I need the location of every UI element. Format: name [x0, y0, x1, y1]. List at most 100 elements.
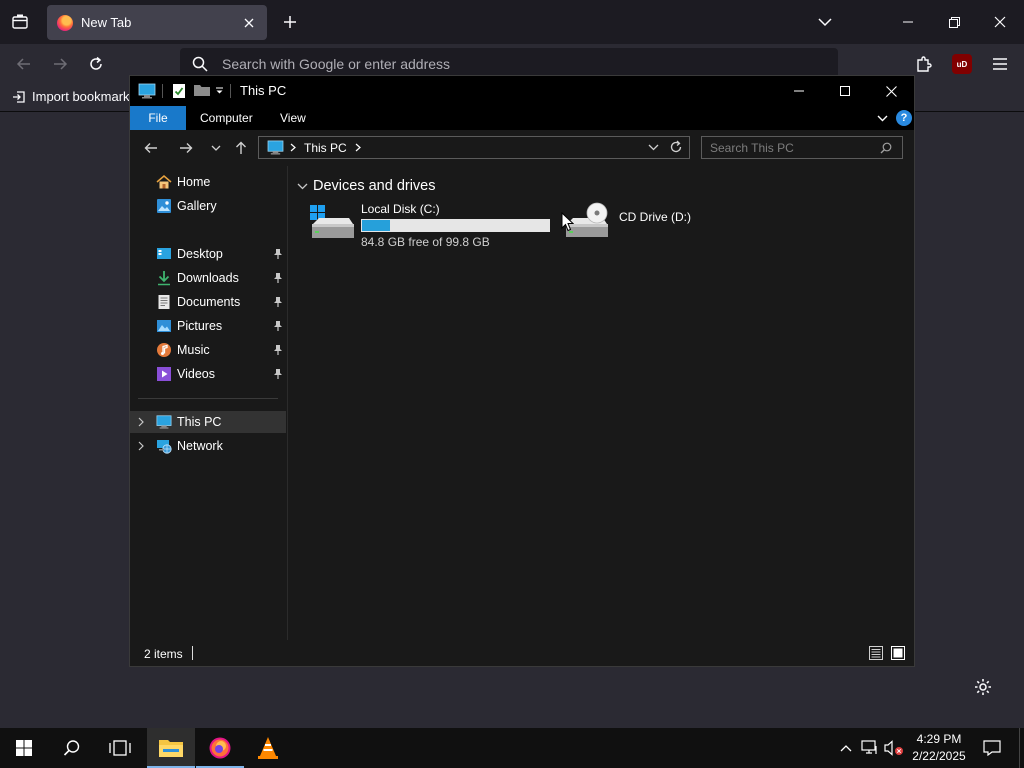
nav-item-this-pc[interactable]: This PC [130, 411, 286, 433]
refresh-icon[interactable] [669, 140, 683, 154]
import-bookmarks-button[interactable]: Import bookmarks... [12, 89, 147, 104]
forward-button[interactable] [48, 52, 72, 76]
address-row: This PC [130, 130, 914, 166]
nav-item-documents[interactable]: Documents [130, 291, 286, 313]
ublock-extension-button[interactable]: uD [952, 54, 972, 74]
minimize-icon [903, 21, 913, 23]
ribbon-expand-button[interactable] [874, 110, 890, 126]
new-tab-button[interactable] [278, 10, 302, 34]
nav-item-desktop[interactable]: Desktop [130, 243, 286, 265]
drive-c[interactable]: Local Disk (C:) 84.8 GB free of 99.8 GB [309, 202, 550, 250]
explorer-forward-button[interactable] [175, 138, 197, 158]
pin-icon[interactable] [273, 272, 283, 284]
pin-icon[interactable] [273, 344, 283, 356]
ribbon-file-tab[interactable]: File [130, 106, 186, 130]
search-icon [192, 56, 208, 72]
pin-icon[interactable] [273, 248, 283, 260]
nav-item-videos[interactable]: Videos [130, 363, 286, 385]
breadcrumb-separator-icon [290, 143, 296, 152]
notification-icon [983, 740, 1001, 756]
firefox-favicon-icon [57, 14, 73, 31]
explorer-close-button[interactable] [868, 76, 914, 106]
explorer-maximize-button[interactable] [822, 76, 868, 106]
this-pc-icon [267, 140, 284, 155]
content-pane: Devices and drives Local Disk (C:) 84.8 … [289, 166, 914, 640]
taskbar-file-explorer[interactable] [147, 728, 195, 768]
nav-item-gallery[interactable]: Gallery [130, 195, 286, 217]
explorer-search-box[interactable] [701, 136, 903, 159]
app-menu-button[interactable] [988, 52, 1012, 76]
navigation-pane: Home Gallery Desktop Downloads Documents… [130, 166, 288, 640]
explorer-search-input[interactable] [710, 140, 880, 155]
chevron-right-icon[interactable] [138, 441, 144, 451]
arrow-right-icon [180, 143, 193, 153]
large-icons-view-button[interactable] [890, 645, 906, 661]
search-icon [63, 740, 80, 756]
explorer-back-button[interactable] [140, 138, 162, 158]
status-divider [192, 646, 193, 660]
plus-icon [284, 16, 296, 28]
taskbar-clock[interactable]: 4:29 PM 2/22/2025 [904, 731, 974, 765]
url-input[interactable] [222, 56, 782, 72]
address-bar[interactable]: This PC [258, 136, 690, 159]
address-history-dropdown-icon[interactable] [648, 140, 659, 154]
browser-restore-button[interactable] [931, 0, 977, 44]
taskbar-search-button[interactable] [48, 728, 96, 768]
pin-icon[interactable] [273, 296, 283, 308]
nav-item-network[interactable]: Network [130, 435, 286, 457]
explorer-minimize-button[interactable] [776, 76, 822, 106]
list-all-tabs-button[interactable] [815, 12, 835, 32]
nav-item-pictures[interactable]: Pictures [130, 315, 286, 337]
properties-icon[interactable] [172, 83, 186, 99]
browser-close-button[interactable] [977, 0, 1023, 44]
pin-icon[interactable] [273, 368, 283, 380]
extensions-button[interactable] [912, 52, 936, 76]
nav-item-home[interactable]: Home [130, 171, 286, 193]
drive-c-usage-fill [362, 220, 391, 231]
reload-button[interactable] [84, 52, 108, 76]
breadcrumb-separator-icon[interactable] [355, 143, 361, 152]
ribbon-computer-tab[interactable]: Computer [200, 106, 253, 130]
nav-label-videos: Videos [177, 367, 215, 381]
chevron-right-icon[interactable] [138, 417, 144, 427]
ribbon-view-tab[interactable]: View [280, 106, 306, 130]
help-button[interactable]: ? [896, 110, 912, 126]
drive-c-free-space: 84.8 GB free of 99.8 GB [361, 235, 490, 249]
music-icon [157, 343, 171, 357]
item-count: 2 items [144, 647, 183, 661]
taskbar-vlc[interactable] [244, 728, 292, 768]
up-button[interactable] [230, 138, 252, 158]
new-folder-icon[interactable] [193, 83, 211, 97]
task-view-button[interactable] [96, 728, 144, 768]
details-view-button[interactable] [868, 645, 884, 661]
recent-locations-button[interactable] [205, 138, 227, 158]
close-icon [885, 85, 897, 97]
taskbar-firefox[interactable] [196, 728, 244, 768]
nav-item-downloads[interactable]: Downloads [130, 267, 286, 289]
qat-dropdown-icon[interactable] [215, 87, 224, 95]
network-tray-icon [861, 740, 877, 754]
show-desktop-button[interactable] [1019, 728, 1024, 768]
breadcrumb-this-pc[interactable]: This PC [304, 141, 347, 155]
devices-group-header[interactable]: Devices and drives [297, 178, 436, 194]
taskbar: 4:29 PM 2/22/2025 [0, 728, 1024, 768]
videos-icon [157, 367, 171, 381]
firefox-view-button[interactable] [8, 10, 32, 34]
close-icon [244, 18, 254, 27]
back-button[interactable] [12, 52, 36, 76]
drive-d[interactable]: CD Drive (D:) [563, 202, 723, 250]
network-tray-button[interactable] [860, 738, 880, 758]
action-center-button[interactable] [980, 736, 1004, 760]
tab-close-button[interactable] [241, 15, 257, 31]
nav-item-music[interactable]: Music [130, 339, 286, 361]
start-button[interactable] [0, 728, 48, 768]
volume-tray-button[interactable] [884, 738, 904, 758]
task-view-icon [109, 740, 131, 756]
tab-new-tab[interactable]: New Tab [47, 5, 267, 40]
new-tab-settings-button[interactable] [972, 676, 994, 698]
this-pc-icon [138, 83, 156, 99]
nav-label-documents: Documents [177, 295, 241, 309]
pin-icon[interactable] [273, 320, 283, 332]
browser-minimize-button[interactable] [885, 0, 931, 44]
show-hidden-icons-button[interactable] [836, 738, 856, 758]
